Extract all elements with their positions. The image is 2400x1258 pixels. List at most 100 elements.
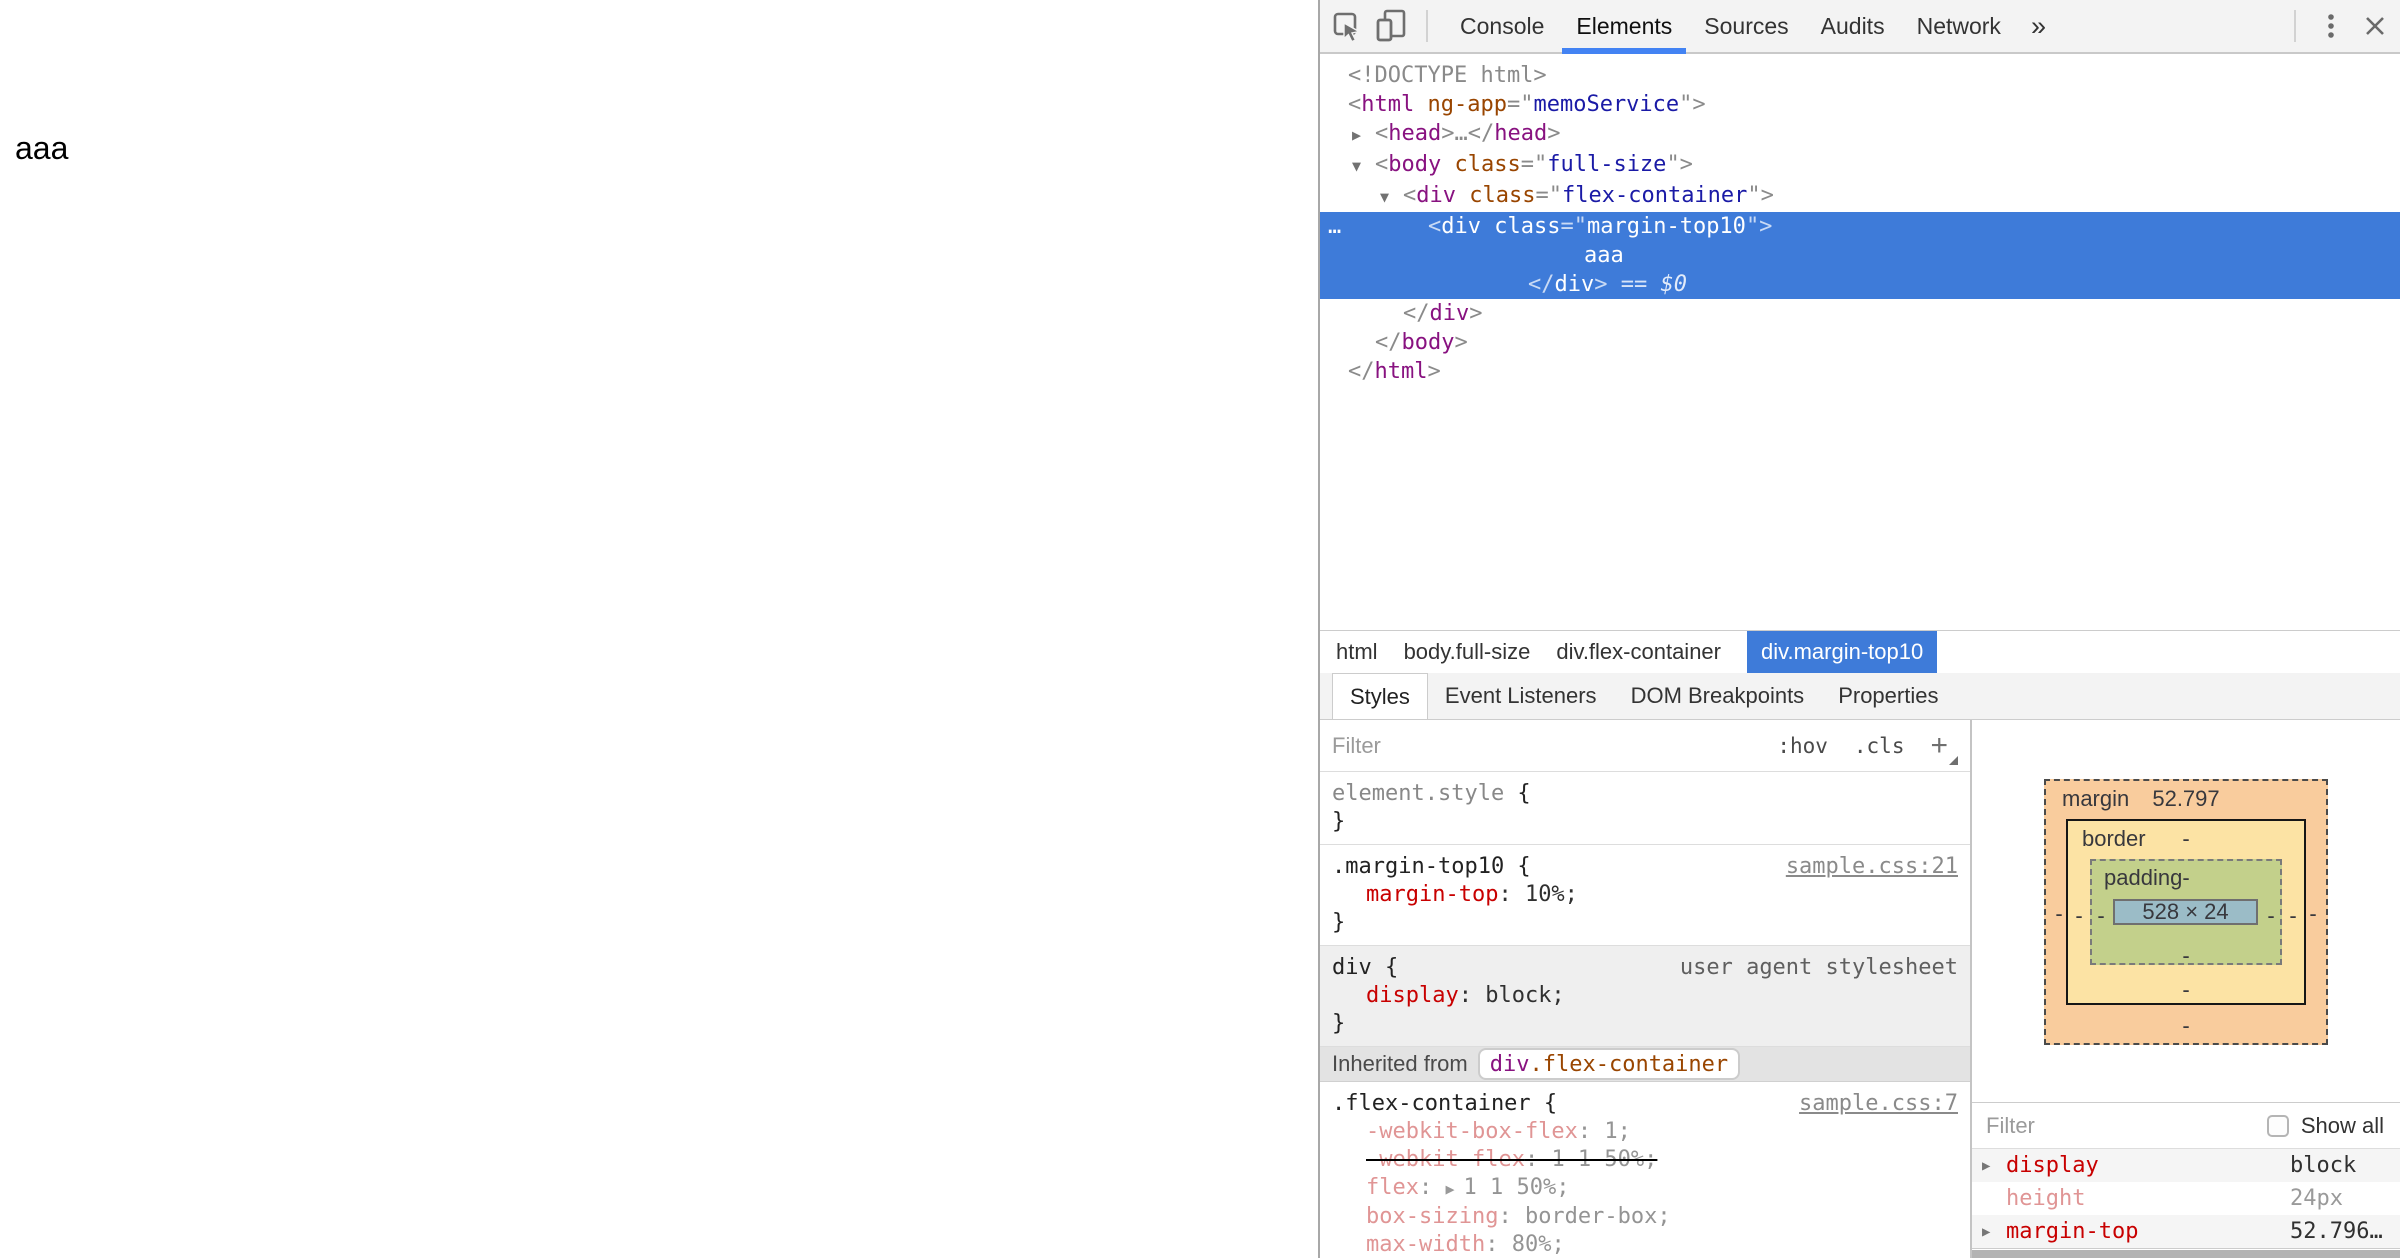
style-rule-line[interactable]: } [1332, 808, 1958, 836]
inherited-from-label: Inherited from [1332, 1051, 1468, 1077]
style-rule-line[interactable]: flex: ▶ 1 1 50%; [1332, 1174, 1958, 1203]
dom-tree-line[interactable]: ▶<head>…</head> [1320, 119, 2400, 150]
devtools-tab-audits[interactable]: Audits [1805, 0, 1901, 52]
padding-right-value[interactable]: - [2262, 903, 2280, 929]
content-size-value: 528 × 24 [2142, 899, 2228, 925]
overridden-declaration: -webkit-flex: 1 1 50%; [1366, 1146, 1657, 1174]
inherited-from-bar: Inherited from div.flex-container [1320, 1047, 1970, 1082]
computed-property-value: 52.796… [2290, 1219, 2383, 1244]
dom-tree-line[interactable]: …<div class="margin-top10"> [1320, 212, 2400, 241]
attribute-name: class [1469, 183, 1535, 208]
disclosure-closed-icon[interactable]: ▶ [1352, 121, 1375, 150]
padding-top-value[interactable]: - [2092, 865, 2280, 891]
sidebar-tab-event-listeners[interactable]: Event Listeners [1428, 673, 1614, 719]
devtools-panel: ConsoleElementsSourcesAuditsNetwork » [1318, 0, 2400, 1258]
dom-tree-line[interactable]: <!DOCTYPE html> [1320, 61, 2400, 90]
tag-name: body [1388, 152, 1441, 177]
border-bottom-value[interactable]: - [2068, 977, 2304, 1003]
dom-tree-line[interactable]: aaa [1320, 241, 2400, 270]
dom-tree-line[interactable]: </div> == $0 [1320, 270, 2400, 299]
breadcrumb-item-div-flex-container[interactable]: div.flex-container [1556, 631, 1721, 673]
style-rule-line[interactable]: div {user agent stylesheet [1332, 954, 1958, 982]
style-rule-line[interactable]: .flex-container {sample.css:7 [1332, 1090, 1958, 1118]
box-model-padding[interactable]: padding - - - - 528 × 24 [2090, 859, 2282, 965]
dom-tree-line[interactable]: </html> [1320, 357, 2400, 386]
stylesheet-link[interactable]: sample.css:7 [1799, 1090, 1958, 1118]
style-rule-line[interactable]: margin-top: 10%; [1332, 881, 1958, 909]
styles-filter-input[interactable]: Filter [1332, 733, 1381, 759]
attribute-name: class [1494, 214, 1560, 239]
expand-arrow-icon[interactable]: ▶ [1982, 1158, 2006, 1174]
devtools-tab-console[interactable]: Console [1444, 0, 1560, 52]
breadcrumb-item-body-full-size[interactable]: body.full-size [1404, 631, 1531, 673]
selection-gutter-dots: … [1328, 212, 1343, 241]
dom-tree-line[interactable]: </body> [1320, 328, 2400, 357]
screen: aaa ConsoleElementsSourcesAuditsNetwork … [0, 0, 2400, 1258]
computed-filter-input[interactable]: Filter [1986, 1113, 2035, 1139]
sidebar-tab-styles[interactable]: Styles [1332, 673, 1428, 719]
style-rule-line[interactable]: -webkit-flex: 1 1 50%; [1332, 1146, 1958, 1174]
border-top-value[interactable]: - [2068, 826, 2304, 852]
stylesheet-link[interactable]: sample.css:21 [1786, 853, 1958, 881]
toggle-pseudo-state-button[interactable]: :hov [1777, 734, 1828, 758]
padding-left-value[interactable]: - [2092, 903, 2110, 929]
box-model-border[interactable]: border - - - - padding - - - - [2066, 819, 2306, 1005]
breadcrumb-item-html[interactable]: html [1336, 631, 1378, 673]
breadcrumb: html body.full-size div.flex-container div.… [1320, 630, 2400, 673]
style-rule-line[interactable]: display: block; [1332, 982, 1958, 1010]
margin-bottom-value[interactable]: - [2046, 1013, 2326, 1039]
dom-tree-line[interactable]: ▼<body class="full-size"> [1320, 150, 2400, 181]
sidebar-tab-dom-breakpoints[interactable]: DOM Breakpoints [1614, 673, 1822, 719]
style-rule-line[interactable]: element.style { [1332, 780, 1958, 808]
style-rule-line[interactable]: } [1332, 1010, 1958, 1038]
computed-row-display[interactable]: ▶displayblock [1972, 1149, 2400, 1182]
box-model-content[interactable]: 528 × 24 [2113, 899, 2258, 925]
page-text: aaa [15, 130, 68, 167]
breadcrumb-item-div-margin-top10[interactable]: div.margin-top10 [1747, 631, 1937, 673]
margin-top-value[interactable]: 52.797 [2046, 786, 2326, 812]
margin-right-value[interactable]: - [2304, 901, 2322, 927]
devtools-tab-network[interactable]: Network [1901, 0, 2017, 52]
inspect-element-icon[interactable] [1330, 9, 1364, 43]
computed-sidebar: margin 52.797 - - - border - - - - pad [1972, 720, 2400, 1258]
disclosure-open-icon[interactable]: ▼ [1380, 183, 1403, 212]
computed-row-margin-top[interactable]: ▶margin-top52.796… [1972, 1215, 2400, 1249]
show-all-checkbox[interactable] [2267, 1115, 2289, 1137]
padding-bottom-value[interactable]: - [2092, 943, 2280, 969]
style-rule-line[interactable]: .margin-top10 {sample.css:21 [1332, 853, 1958, 881]
more-options-icon[interactable] [2312, 9, 2350, 43]
inherited-node-link[interactable]: div.flex-container [1478, 1048, 1740, 1080]
sidebar-tab-properties[interactable]: Properties [1821, 673, 1955, 719]
styles-filter-bar: Filter :hov .cls + [1320, 720, 1970, 772]
device-toolbar-icon[interactable] [1374, 8, 1410, 44]
expand-arrow-icon[interactable]: ▶ [1982, 1224, 2006, 1240]
style-rule: element.style {} [1320, 772, 1970, 845]
attribute-name: ng-app [1427, 92, 1506, 117]
dom-tree: <!DOCTYPE html><html ng-app="memoService… [1320, 54, 2400, 637]
toggle-class-button[interactable]: .cls [1854, 734, 1905, 758]
user-agent-stylesheet-label: user agent stylesheet [1680, 954, 1958, 982]
tag-name: head [1494, 121, 1547, 146]
disclosure-open-icon[interactable]: ▼ [1352, 152, 1375, 181]
computed-row-height[interactable]: height24px [1972, 1182, 2400, 1215]
dom-tree-line[interactable]: </div> [1320, 299, 2400, 328]
page-content: aaa [0, 0, 1318, 1258]
tag-name: head [1388, 121, 1441, 146]
style-rule-list: element.style {} .margin-top10 {sample.cs… [1320, 772, 1970, 1258]
border-right-value[interactable]: - [2284, 903, 2302, 929]
tag-name: div [1555, 272, 1595, 297]
dom-tree-line[interactable]: ▼<div class="flex-container"> [1320, 181, 2400, 212]
new-style-rule-button[interactable]: + [1930, 729, 1958, 763]
more-tabs-button[interactable]: » [2017, 11, 2060, 42]
close-devtools-icon[interactable] [2350, 15, 2400, 37]
style-rule-line[interactable]: } [1332, 909, 1958, 937]
style-rule-line[interactable]: -webkit-box-flex: 1; [1332, 1118, 1958, 1146]
style-rule-line[interactable]: max-width: 80%; [1332, 1231, 1958, 1258]
style-rule-line[interactable]: box-sizing: border-box; [1332, 1203, 1958, 1231]
box-model-margin[interactable]: margin 52.797 - - - border - - - - pad [2044, 779, 2328, 1045]
dom-tree-line[interactable]: <html ng-app="memoService"> [1320, 90, 2400, 119]
bottom-scrollbar[interactable] [1972, 1250, 2400, 1258]
border-left-value[interactable]: - [2070, 903, 2088, 929]
devtools-tab-elements[interactable]: Elements [1560, 0, 1688, 52]
devtools-tab-sources[interactable]: Sources [1688, 0, 1804, 52]
